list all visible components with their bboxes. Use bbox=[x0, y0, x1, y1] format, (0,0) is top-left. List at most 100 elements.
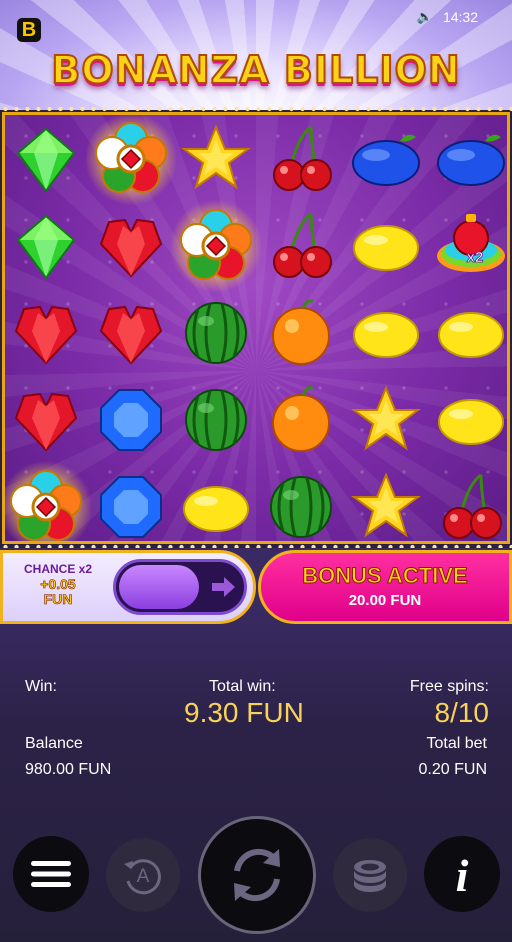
reel-cell bbox=[89, 116, 173, 202]
reel-cell bbox=[89, 464, 173, 541]
reel-cell bbox=[429, 116, 507, 202]
reel-cell bbox=[259, 377, 343, 463]
total-win-value: 9.30 FUN bbox=[184, 697, 304, 728]
scatter-flower-icon bbox=[180, 209, 252, 280]
reel-cell bbox=[344, 464, 428, 541]
reel-cell bbox=[5, 464, 88, 541]
watermelon-icon bbox=[185, 302, 247, 364]
red-heart-gem-icon bbox=[99, 305, 163, 365]
info-letter: i bbox=[456, 850, 469, 899]
orange-icon bbox=[272, 386, 330, 452]
scatter-flower-icon bbox=[10, 470, 82, 541]
bonus-amount: 20.00 FUN bbox=[348, 592, 422, 609]
balance-value: 980.00 FUN bbox=[25, 761, 112, 778]
reel-cell bbox=[429, 377, 507, 463]
total-win-label: Total win: bbox=[209, 678, 276, 695]
clock: 14:32 bbox=[442, 9, 478, 25]
autoplay-icon: A bbox=[124, 859, 161, 895]
lemon-icon bbox=[353, 312, 419, 358]
reel-cell bbox=[174, 377, 258, 463]
chance-price: +0.05 bbox=[40, 576, 76, 592]
cherry-icon bbox=[443, 473, 502, 539]
win-label: Win: bbox=[25, 678, 57, 695]
reel-grid: x2 bbox=[2, 112, 510, 544]
chance-currency: FUN bbox=[43, 591, 73, 607]
blue-gem-icon bbox=[100, 476, 162, 538]
reel-cell: x2 bbox=[429, 203, 507, 289]
status-bar: 🔈 14:32 bbox=[417, 9, 478, 25]
green-gem-icon bbox=[16, 214, 76, 280]
reel-cell bbox=[344, 116, 428, 202]
brand-logo: B bbox=[17, 18, 41, 42]
blue-plum-icon bbox=[437, 134, 505, 186]
bet-button[interactable] bbox=[333, 838, 407, 912]
reel-cell bbox=[259, 464, 343, 541]
green-gem-icon bbox=[16, 127, 76, 193]
lemon-icon bbox=[438, 399, 504, 445]
watermelon-icon bbox=[185, 389, 247, 451]
chance-switch[interactable] bbox=[113, 559, 247, 615]
reel-cell bbox=[174, 290, 258, 376]
total-bet-label: Total bet bbox=[426, 735, 487, 752]
chance-label: CHANCE x2 +0.05 FUN bbox=[8, 562, 108, 607]
cherry-icon bbox=[273, 212, 332, 278]
coins-icon bbox=[354, 860, 386, 892]
star-icon bbox=[350, 385, 422, 451]
spin-icon bbox=[234, 848, 280, 902]
orange-icon bbox=[272, 299, 330, 365]
header: B 🔈 14:32 BONANZA BILLION bbox=[0, 0, 512, 110]
arrow-right-icon bbox=[212, 577, 235, 597]
reel-cell bbox=[5, 377, 88, 463]
star-icon bbox=[350, 472, 422, 538]
reel-cell bbox=[5, 203, 88, 289]
reel-cell bbox=[89, 377, 173, 463]
red-heart-gem-icon bbox=[14, 305, 78, 365]
free-spins-label: Free spins: bbox=[409, 678, 489, 695]
reel-cell bbox=[174, 464, 258, 541]
autoplay-button[interactable]: A bbox=[106, 838, 180, 912]
chance-x2-toggle[interactable]: CHANCE x2 +0.05 FUN bbox=[0, 550, 256, 624]
menu-button[interactable] bbox=[13, 836, 89, 912]
multiplier-bomb-icon: x2 bbox=[437, 214, 505, 272]
reel-cell bbox=[174, 203, 258, 289]
reel-cell bbox=[344, 377, 428, 463]
watermelon-icon bbox=[270, 476, 332, 538]
switch-knob[interactable] bbox=[119, 565, 199, 609]
menu-icon bbox=[31, 861, 71, 887]
reel-cell bbox=[429, 290, 507, 376]
reel-cell bbox=[259, 290, 343, 376]
multiplier-label: x2 bbox=[467, 249, 484, 266]
blue-plum-icon bbox=[352, 134, 420, 186]
reel-cell bbox=[259, 203, 343, 289]
info-icon: i bbox=[456, 850, 469, 899]
speaker-icon[interactable]: 🔈 bbox=[417, 9, 433, 25]
spin-button[interactable] bbox=[198, 816, 316, 934]
reel-cell bbox=[5, 116, 88, 202]
reel-cell bbox=[5, 290, 88, 376]
reel-cell bbox=[174, 116, 258, 202]
lemon-icon bbox=[353, 225, 419, 271]
chance-title: CHANCE x2 bbox=[23, 562, 92, 576]
game-title: BONANZA BILLION bbox=[50, 47, 461, 93]
balance-label: Balance bbox=[25, 735, 83, 752]
red-heart-gem-icon bbox=[99, 218, 163, 278]
reel-cell bbox=[344, 290, 428, 376]
blue-gem-icon bbox=[100, 389, 162, 451]
reel-cell bbox=[344, 203, 428, 289]
info-button[interactable]: i bbox=[424, 836, 500, 912]
reel-cell bbox=[429, 464, 507, 541]
reel-cell bbox=[89, 290, 173, 376]
red-heart-gem-icon bbox=[14, 392, 78, 452]
cherry-icon bbox=[273, 125, 332, 191]
bonus-title: BONUS ACTIVE bbox=[302, 563, 468, 589]
bonus-active-badge: BONUS ACTIVE 20.00 FUN bbox=[258, 550, 512, 624]
reel-cell bbox=[89, 203, 173, 289]
star-icon bbox=[180, 124, 252, 190]
lemon-icon bbox=[438, 312, 504, 358]
total-bet-value: 0.20 FUN bbox=[418, 761, 487, 778]
scatter-flower-icon bbox=[95, 122, 167, 193]
autoplay-letter: A bbox=[137, 866, 150, 887]
free-spins-value: 8/10 bbox=[434, 697, 490, 728]
lemon-icon bbox=[183, 486, 249, 532]
reel-cell bbox=[259, 116, 343, 202]
